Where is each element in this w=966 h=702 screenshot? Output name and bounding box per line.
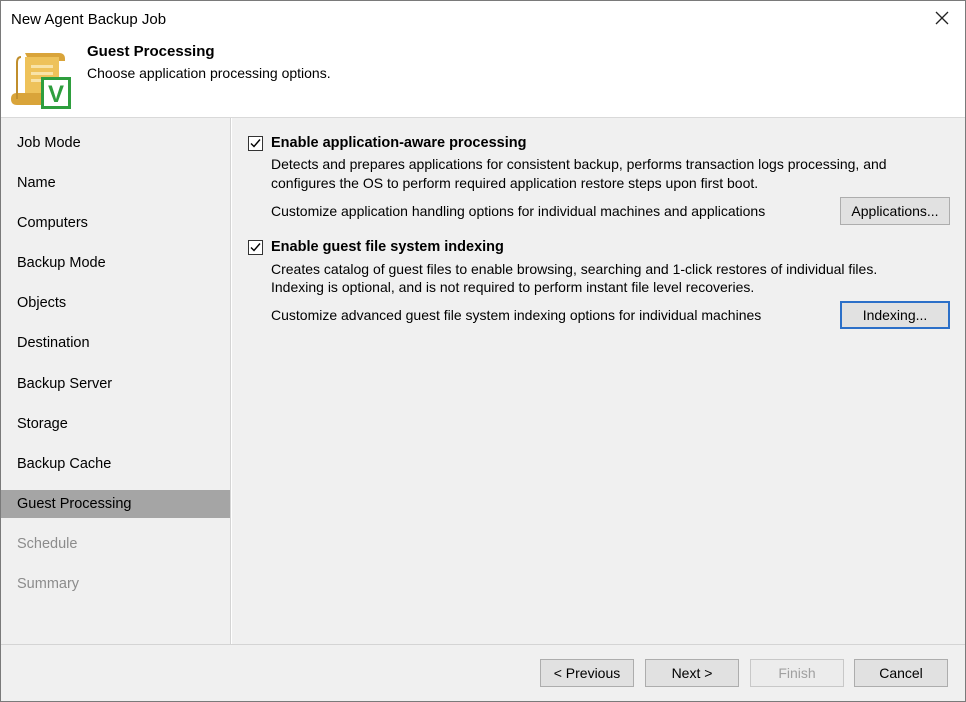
guest-processing-panel: Enable application-aware processing Dete… (232, 118, 965, 644)
indexing-description-2: Indexing is optional, and is not require… (271, 279, 755, 295)
app-aware-description-1: Detects and prepares applications for co… (271, 156, 887, 172)
page-subtitle: Choose application processing options. (87, 65, 331, 81)
step-name[interactable]: Name (1, 169, 230, 197)
title-bar: New Agent Backup Job (1, 1, 965, 37)
step-backup-cache[interactable]: Backup Cache (1, 450, 230, 478)
page-title: Guest Processing (87, 43, 215, 60)
step-destination[interactable]: Destination (1, 329, 230, 357)
next-button[interactable]: Next > (645, 659, 739, 687)
wizard-steps-sidebar: Job Mode Name Computers Backup Mode Obje… (1, 118, 231, 644)
step-storage[interactable]: Storage (1, 410, 230, 438)
step-objects[interactable]: Objects (1, 289, 230, 317)
close-icon (935, 11, 949, 25)
app-aware-description-2: configures the OS to perform required ap… (271, 175, 759, 191)
step-schedule: Schedule (17, 536, 78, 552)
backup-job-scroll-icon: V (11, 53, 71, 109)
wizard-footer: < Previous Next > Finish Cancel (1, 644, 965, 701)
step-summary: Summary (17, 576, 80, 592)
step-backup-server[interactable]: Backup Server (1, 370, 230, 398)
indexing-customize-text: Customize advanced guest file system ind… (271, 307, 762, 323)
step-backup-mode[interactable]: Backup Mode (1, 249, 230, 277)
app-aware-customize-text: Customize application handling options f… (271, 203, 766, 219)
checkmark-icon (250, 139, 261, 148)
indexing-button[interactable]: Indexing... (840, 301, 950, 329)
cancel-button[interactable]: Cancel (854, 659, 948, 687)
wizard-window: New Agent Backup Job V Guest Processing … (0, 0, 966, 702)
icon-letter: V (48, 81, 64, 108)
applications-button[interactable]: Applications... (840, 197, 950, 225)
indexing-label[interactable]: Enable guest file system indexing (271, 239, 504, 255)
previous-button[interactable]: < Previous (540, 659, 634, 687)
app-aware-label[interactable]: Enable application-aware processing (271, 135, 526, 151)
step-guest-processing[interactable]: Guest Processing (1, 490, 230, 518)
step-computers[interactable]: Computers (1, 209, 230, 237)
indexing-description-1: Creates catalog of guest files to enable… (271, 261, 878, 277)
app-aware-checkbox[interactable] (248, 136, 263, 151)
step-job-mode[interactable]: Job Mode (1, 129, 230, 157)
close-button[interactable] (919, 1, 965, 35)
checkmark-icon (250, 243, 261, 252)
window-title: New Agent Backup Job (11, 11, 167, 28)
indexing-checkbox[interactable] (248, 240, 263, 255)
wizard-header: V Guest Processing Choose application pr… (1, 37, 965, 117)
finish-button: Finish (750, 659, 844, 687)
